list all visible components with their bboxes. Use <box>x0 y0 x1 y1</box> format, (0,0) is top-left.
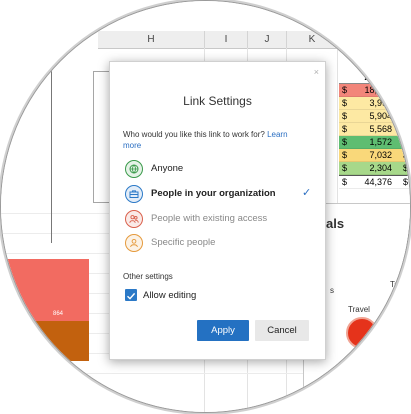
currency-text: $ <box>342 85 348 95</box>
globe-icon <box>125 160 143 178</box>
cancel-button[interactable]: Cancel <box>255 320 309 341</box>
amount-text: 5,568 <box>369 124 392 134</box>
amount-text: 3,996 <box>369 98 392 108</box>
value-cell[interactable]: $18,000 <box>339 84 410 97</box>
currency-text: $ <box>342 137 348 147</box>
allow-editing-checkbox[interactable] <box>125 289 137 301</box>
question-text: Who would you like this link to work for… <box>123 130 265 139</box>
selected-check-icon: ✓ <box>302 187 312 199</box>
column-i-label: I <box>224 34 228 45</box>
magnified-lens: H I J K 864 2013 $18,000 $3,996 $ $5,904 $ $5… <box>1 1 410 412</box>
column-header-j[interactable]: J <box>248 31 287 49</box>
allow-editing-label[interactable]: Allow editing <box>143 290 196 301</box>
briefcase-icon <box>125 185 143 203</box>
amount-text: 5,904 <box>369 111 392 121</box>
chart-label-travel: Travel <box>348 305 370 314</box>
year-header: 2013 <box>339 71 410 84</box>
option-label: People in your organization <box>151 188 276 199</box>
apply-button[interactable]: Apply <box>197 320 249 341</box>
currency-text: $ <box>342 177 348 187</box>
amount-text: 7,032 <box>369 150 392 160</box>
currency-text: $ <box>342 124 348 134</box>
value-cell[interactable]: $1,572 $ <box>339 136 410 149</box>
column-j-label: J <box>264 34 270 45</box>
column-header-k[interactable]: K <box>287 31 338 49</box>
option-label: Specific people <box>151 237 216 248</box>
currency-text: $ <box>402 111 408 121</box>
column-header-h[interactable]: H <box>98 31 205 49</box>
left-bar-value: 864 <box>52 311 63 317</box>
link-option-people-in-your-organization[interactable]: People in your organization ✓ <box>125 185 315 207</box>
person-icon <box>125 234 143 252</box>
currency-text: $ <box>342 98 348 108</box>
link-option-specific-people: Specific people <box>125 234 315 256</box>
value-cell[interactable]: $44,376 $ <box>339 175 410 189</box>
amount-text: 18,000 <box>364 85 392 95</box>
currency-text: $ <box>402 150 408 160</box>
amount-text: 2,304 <box>369 163 392 173</box>
column-h-label: H <box>147 34 155 45</box>
column-header-i[interactable]: I <box>205 31 248 49</box>
close-icon[interactable]: × <box>314 67 319 77</box>
dialog-title: Link Settings <box>183 94 252 108</box>
link-option-anyone[interactable]: Anyone <box>125 160 315 182</box>
currency-text: $ <box>342 150 348 160</box>
left-bar-red: 864 <box>1 259 89 321</box>
column-header-l[interactable] <box>338 31 410 49</box>
left-bar-orange <box>1 321 89 361</box>
left-chart-frame <box>1 59 52 243</box>
currency-text: $ <box>402 137 408 147</box>
chart-label-taxes: Taxes <box>390 280 410 289</box>
link-option-people-with-existing-access: People with existing access <box>125 210 315 232</box>
chart-title: als <box>326 216 345 231</box>
values-column: $18,000 $3,996 $ $5,904 $ $5,568 $ $1,572 $ $7,03… <box>339 84 410 189</box>
link-settings-dialog: × Link Settings Who would you like this … <box>109 61 326 360</box>
people-icon <box>125 210 143 228</box>
option-label: People with existing access <box>151 213 268 224</box>
currency-text: $ <box>402 98 408 108</box>
option-label: Anyone <box>151 163 184 174</box>
value-cell[interactable]: $5,568 $ <box>339 123 410 136</box>
dialog-question: Who would you like this link to work for… <box>123 129 303 151</box>
value-cell[interactable]: $5,904 $ <box>339 110 410 123</box>
value-cell[interactable]: $2,304 $ <box>339 162 410 175</box>
travel-bubble <box>346 317 378 349</box>
currency-text: $ <box>342 111 348 121</box>
currency-text: $ <box>402 177 408 187</box>
checkmark-icon <box>127 292 136 300</box>
taxes-bubble <box>390 290 410 314</box>
column-k-label: K <box>308 34 316 45</box>
value-cell[interactable]: $3,996 $ <box>339 97 410 110</box>
currency-text: $ <box>402 124 408 134</box>
currency-text: $ <box>402 163 408 173</box>
value-cell[interactable]: $7,032 $ <box>339 149 410 162</box>
currency-text: $ <box>342 163 348 173</box>
chart-label-s: s <box>330 286 334 295</box>
amount-text: 44,376 <box>364 177 392 187</box>
amount-text: 1,572 <box>369 137 392 147</box>
other-settings-label: Other settings <box>123 272 173 281</box>
